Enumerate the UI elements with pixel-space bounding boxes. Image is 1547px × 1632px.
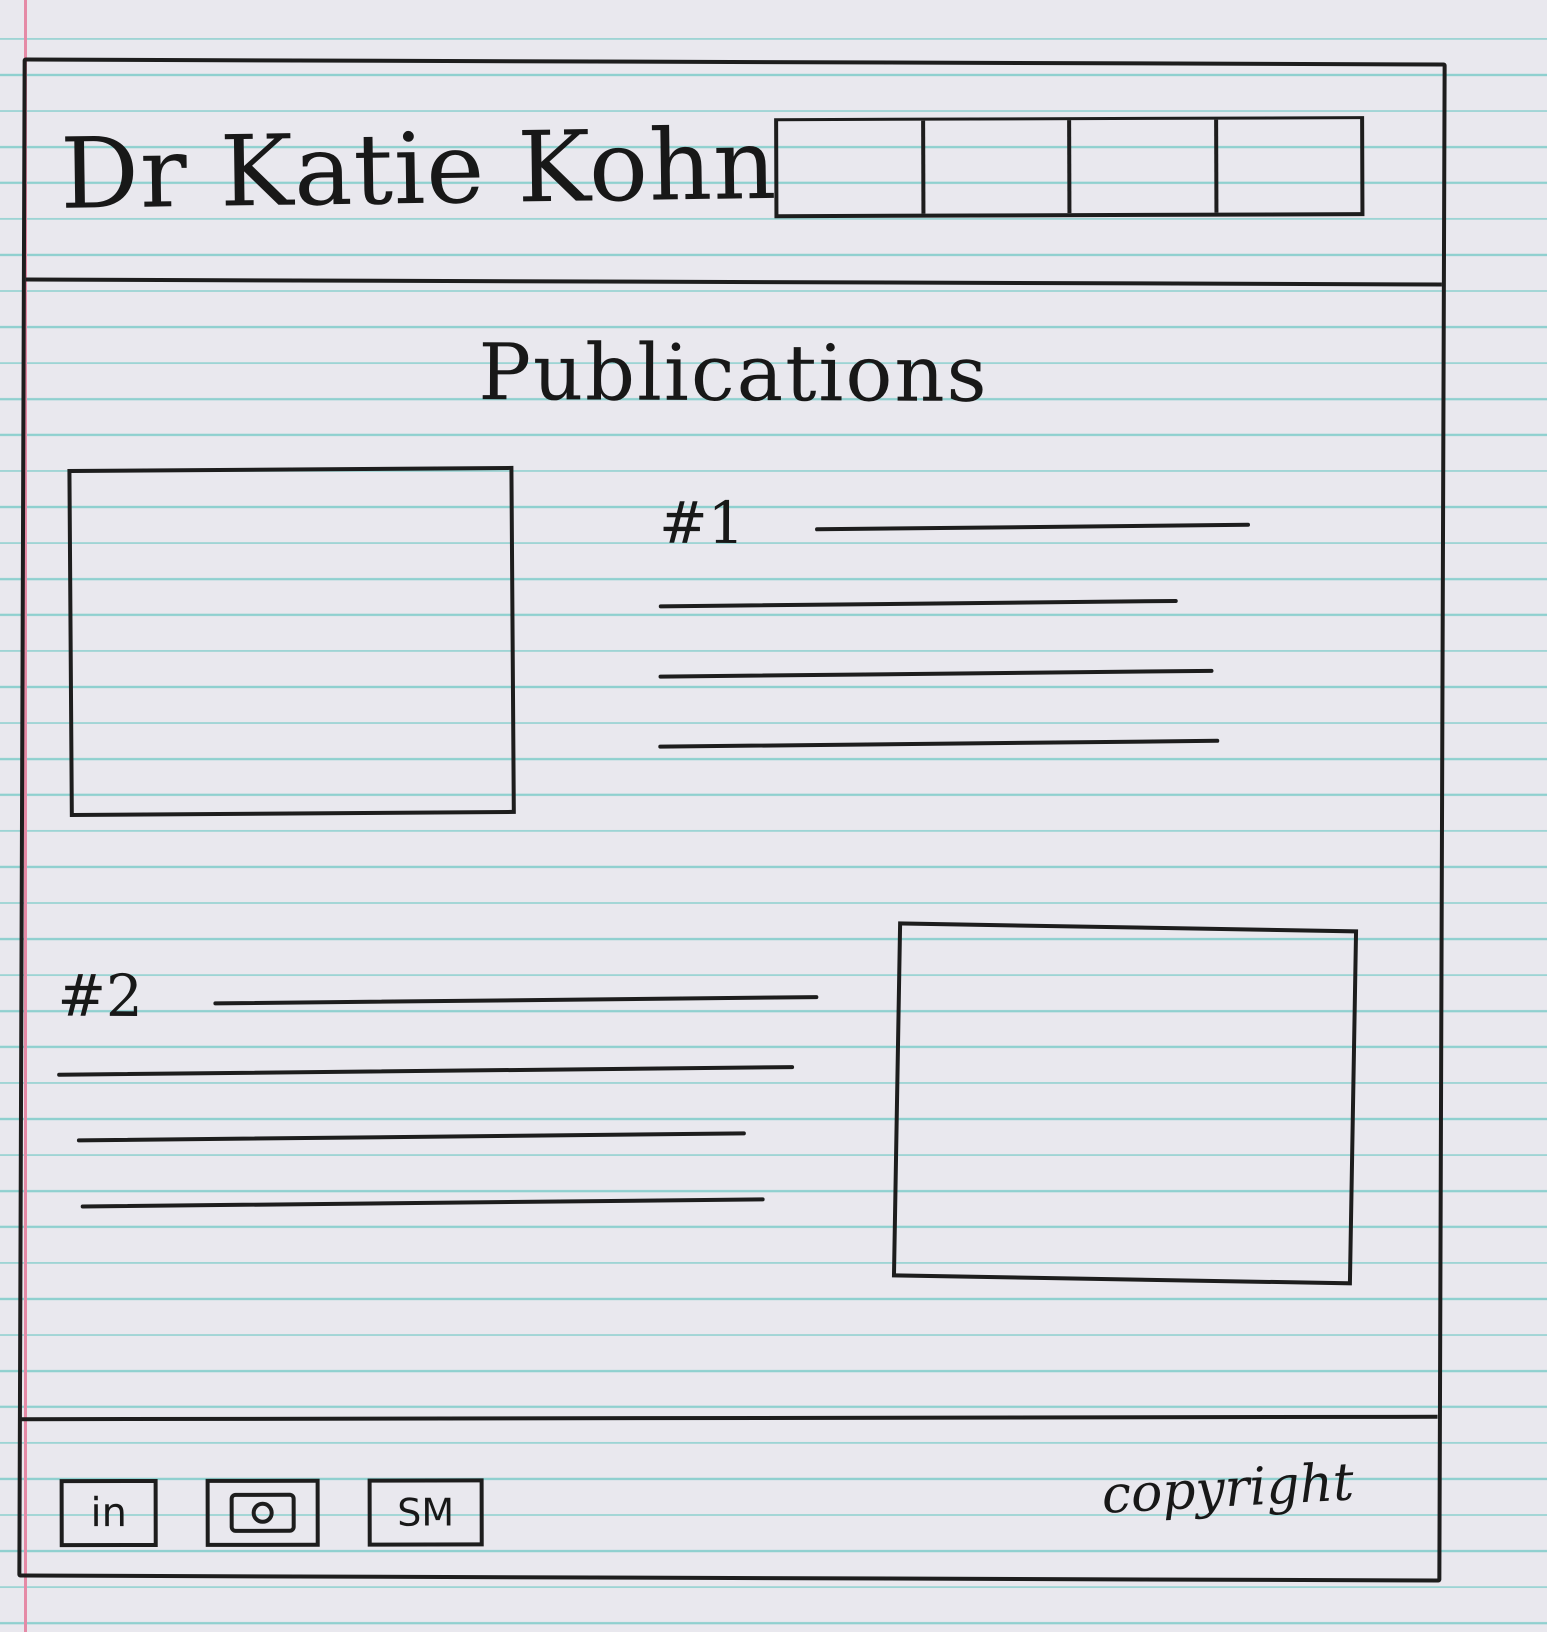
text-line-placeholder [658, 598, 1178, 609]
publication-2-heading: #2 [57, 961, 818, 1033]
publication-2-title-placeholder [212, 995, 818, 1006]
publication-1-number: #1 [658, 488, 745, 558]
nav-item-3[interactable] [1071, 119, 1218, 214]
nav-bar [774, 116, 1365, 219]
nav-item-1[interactable] [778, 120, 925, 215]
nav-item-4[interactable] [1218, 119, 1361, 212]
publication-2-image[interactable] [891, 921, 1359, 1286]
publication-1-title-placeholder [814, 522, 1250, 532]
publication-1[interactable]: #1 [658, 488, 1250, 749]
camera-icon-lens [251, 1501, 274, 1524]
publication-2[interactable]: #2 [57, 961, 818, 1209]
linkedin-icon[interactable]: in [59, 1478, 158, 1548]
site-header: Dr Katie Kohn [25, 61, 1443, 287]
site-footer: in SM copyright [21, 1414, 1438, 1578]
publication-1-description [658, 598, 1248, 749]
social-media-icon[interactable]: SM [367, 1478, 484, 1547]
publication-1-image[interactable] [67, 465, 516, 818]
camera-icon[interactable] [205, 1478, 320, 1547]
camera-icon-body [229, 1492, 296, 1533]
nav-item-2[interactable] [924, 120, 1072, 214]
page-title: Publications [478, 328, 989, 420]
text-line-placeholder [57, 1065, 795, 1077]
publication-1-heading: #1 [658, 488, 1250, 559]
publication-2-description [57, 1065, 817, 1209]
publication-2-number: #2 [57, 961, 144, 1030]
page-frame: Dr Katie Kohn Publications #1 #2 in SM c… [17, 57, 1447, 1583]
text-line-placeholder [658, 668, 1214, 679]
site-title[interactable]: Dr Katie Kohn [60, 108, 778, 232]
text-line-placeholder [80, 1197, 765, 1209]
copyright-text: copyright [1099, 1452, 1356, 1526]
text-line-placeholder [76, 1131, 746, 1143]
social-links: in SM [59, 1478, 484, 1548]
text-line-placeholder [658, 738, 1219, 749]
